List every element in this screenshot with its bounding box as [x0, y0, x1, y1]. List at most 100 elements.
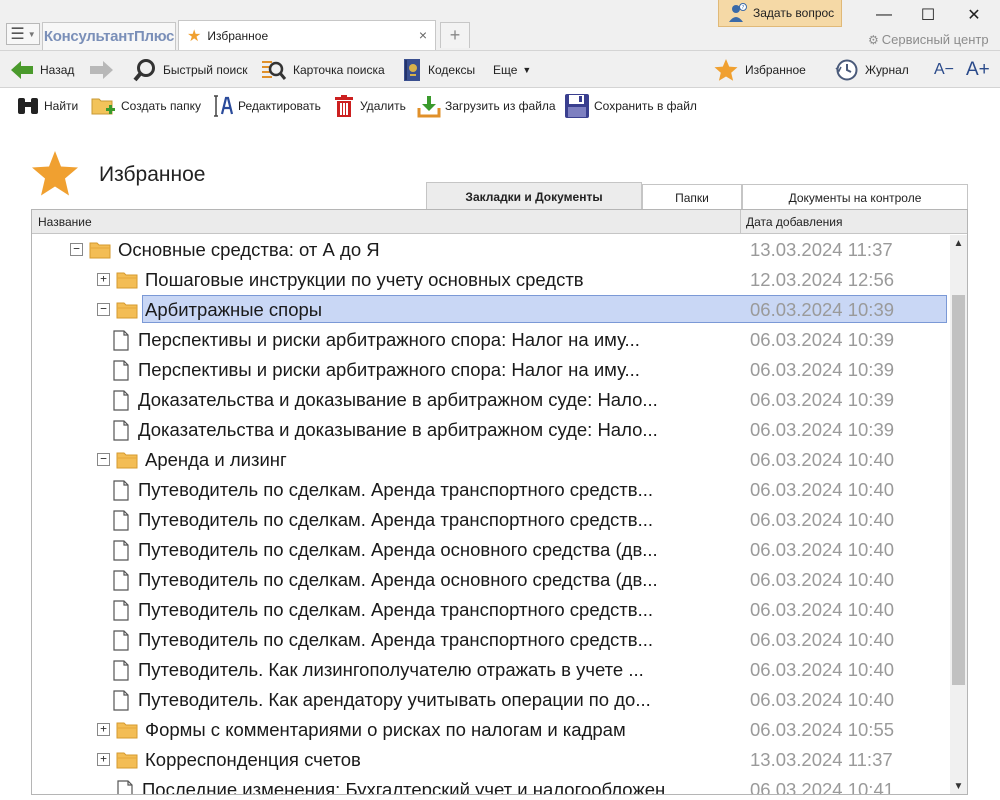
text-cursor-icon: [214, 95, 234, 117]
row-title[interactable]: Путеводитель по сделкам. Аренда транспор…: [138, 599, 653, 621]
document-row[interactable]: Доказательства и доказывание в арбитражн…: [32, 385, 950, 415]
search-card-label: Карточка поиска: [293, 62, 385, 77]
document-row[interactable]: Доказательства и доказывание в арбитражн…: [32, 415, 950, 445]
caret-down-icon: ▼: [27, 29, 36, 39]
document-row[interactable]: Путеводитель по сделкам. Аренда транспор…: [32, 595, 950, 625]
scroll-up-icon[interactable]: ▲: [950, 235, 967, 252]
search-card-button[interactable]: Карточка поиска: [261, 51, 385, 88]
document-row[interactable]: Путеводитель. Как арендатору учитывать о…: [32, 685, 950, 715]
vertical-scrollbar[interactable]: ▲ ▼: [950, 235, 967, 794]
column-divider[interactable]: [740, 210, 741, 234]
star-icon: ★: [187, 27, 202, 45]
row-date: 06.03.2024 10:41: [750, 779, 895, 795]
journal-button[interactable]: Журнал: [835, 51, 909, 88]
page-title: Избранное: [99, 163, 206, 186]
folder-row[interactable]: − Основные средства: от А до Я 13.03.2024 …: [32, 235, 950, 265]
column-header-name[interactable]: Название: [38, 215, 92, 229]
row-title[interactable]: Арбитражные споры: [145, 299, 322, 321]
row-title[interactable]: Основные средства: от А до Я: [118, 239, 380, 261]
edit-label: Редактировать: [238, 99, 321, 113]
row-title[interactable]: Путеводитель по сделкам. Аренда транспор…: [138, 479, 653, 501]
document-icon: [113, 600, 129, 621]
document-row[interactable]: Последние изменения: Бухгалтерский учет …: [32, 775, 950, 795]
save-to-file-label: Сохранить в файл: [594, 99, 697, 113]
forward-button[interactable]: [88, 51, 120, 88]
row-date: 06.03.2024 10:40: [750, 509, 895, 530]
favorites-button[interactable]: Избранное: [713, 51, 806, 88]
row-title[interactable]: Корреспонденция счетов: [145, 749, 361, 771]
favorites-star-icon: [32, 151, 78, 196]
tab-bookmarks-documents[interactable]: Закладки и Документы: [426, 182, 642, 210]
column-header-date[interactable]: Дата добавления: [746, 215, 842, 229]
close-window-button[interactable]: ✕: [956, 4, 992, 26]
tab-folders[interactable]: Папки: [642, 184, 742, 210]
svg-text:?: ?: [742, 5, 745, 11]
document-row[interactable]: Путеводитель по сделкам. Аренда транспор…: [32, 625, 950, 655]
row-title[interactable]: Путеводитель по сделкам. Аренда транспор…: [138, 629, 653, 651]
service-center-label: Сервисный центр: [881, 32, 989, 47]
service-center-link[interactable]: ⚙ Сервисный центр: [868, 32, 989, 47]
collapse-icon[interactable]: −: [70, 243, 83, 256]
row-title[interactable]: Путеводитель. Как арендатору учитывать о…: [138, 689, 651, 711]
row-title[interactable]: Путеводитель по сделкам. Аренда транспор…: [138, 509, 653, 531]
close-tab-icon[interactable]: ×: [419, 27, 427, 43]
scroll-down-icon[interactable]: ▼: [950, 778, 967, 794]
expand-icon[interactable]: +: [97, 273, 110, 286]
create-folder-button[interactable]: Создать папку: [91, 88, 201, 124]
new-tab-button[interactable]: +: [440, 22, 470, 48]
document-row[interactable]: Путеводитель. Как лизингополучателю отра…: [32, 655, 950, 685]
row-title[interactable]: Путеводитель по сделкам. Аренда основног…: [138, 569, 658, 591]
folder-row[interactable]: − Аренда и лизинг 06.03.2024 10:40: [32, 445, 950, 475]
folder-row[interactable]: − Арбитражные споры 06.03.2024 10:39: [32, 295, 950, 325]
row-title[interactable]: Перспективы и риски арбитражного спора: …: [138, 329, 640, 351]
minimize-button[interactable]: —: [866, 4, 902, 26]
journal-label: Журнал: [865, 62, 909, 77]
more-menu-button[interactable]: Еще ▼: [493, 51, 531, 88]
main-menu-button[interactable]: ☰ ▼: [6, 23, 40, 45]
collapse-icon[interactable]: −: [97, 453, 110, 466]
font-increase-button[interactable]: A+: [966, 51, 990, 88]
expand-icon[interactable]: +: [97, 723, 110, 736]
row-title[interactable]: Путеводитель по сделкам. Аренда основног…: [138, 539, 658, 561]
load-from-file-button[interactable]: Загрузить из файла: [417, 88, 556, 124]
quick-search-button[interactable]: Быстрый поиск: [133, 51, 247, 88]
font-decrease-button[interactable]: A−: [934, 51, 954, 88]
document-icon: [113, 660, 129, 681]
document-row[interactable]: Перспективы и риски арбитражного спора: …: [32, 355, 950, 385]
tab-monitored-documents[interactable]: Документы на контроле: [742, 184, 968, 210]
row-title[interactable]: Перспективы и риски арбитражного спора: …: [138, 359, 640, 381]
tab-favorites[interactable]: ★ Избранное ×: [178, 20, 436, 50]
folder-icon: [116, 721, 138, 739]
expand-icon[interactable]: +: [97, 753, 110, 766]
document-row[interactable]: Путеводитель по сделкам. Аренда основног…: [32, 565, 950, 595]
create-folder-label: Создать папку: [121, 99, 201, 113]
row-title[interactable]: Пошаговые инструкции по учету основных с…: [145, 269, 584, 291]
row-title[interactable]: Аренда и лизинг: [145, 449, 287, 471]
maximize-button[interactable]: ☐: [910, 4, 946, 26]
edit-button[interactable]: Редактировать: [210, 88, 321, 124]
codes-button[interactable]: Кодексы: [402, 51, 475, 88]
row-title[interactable]: Последние изменения: Бухгалтерский учет …: [142, 779, 681, 794]
home-tab[interactable]: КонсультантПлюс: [42, 22, 176, 50]
document-row[interactable]: Путеводитель по сделкам. Аренда основног…: [32, 535, 950, 565]
document-icon: [113, 420, 129, 441]
scrollbar-thumb[interactable]: [952, 295, 965, 685]
document-row[interactable]: Путеводитель по сделкам. Аренда транспор…: [32, 505, 950, 535]
save-to-file-button[interactable]: Сохранить в файл: [564, 88, 697, 124]
ask-question-button[interactable]: ? Задать вопрос: [718, 0, 842, 27]
document-row[interactable]: Путеводитель по сделкам. Аренда транспор…: [32, 475, 950, 505]
folder-row[interactable]: + Корреспонденция счетов 13.03.2024 11:37: [32, 745, 950, 775]
row-title[interactable]: Доказательства и доказывание в арбитражн…: [138, 419, 658, 441]
row-title[interactable]: Доказательства и доказывание в арбитражн…: [138, 389, 658, 411]
row-title[interactable]: Формы с комментариями о рисках по налога…: [145, 719, 626, 741]
trash-icon: [335, 95, 353, 117]
folder-row[interactable]: + Формы с комментариями о рисках по налог…: [32, 715, 950, 745]
row-title[interactable]: Путеводитель. Как лизингополучателю отра…: [138, 659, 644, 681]
back-button[interactable]: Назад: [10, 51, 74, 88]
collapse-icon[interactable]: −: [97, 303, 110, 316]
find-button[interactable]: Найти: [16, 88, 78, 124]
document-row[interactable]: Перспективы и риски арбитражного спора: …: [32, 325, 950, 355]
delete-button[interactable]: Удалить: [332, 88, 406, 124]
folder-row[interactable]: + Пошаговые инструкции по учету основных …: [32, 265, 950, 295]
folder-icon: [89, 241, 111, 259]
